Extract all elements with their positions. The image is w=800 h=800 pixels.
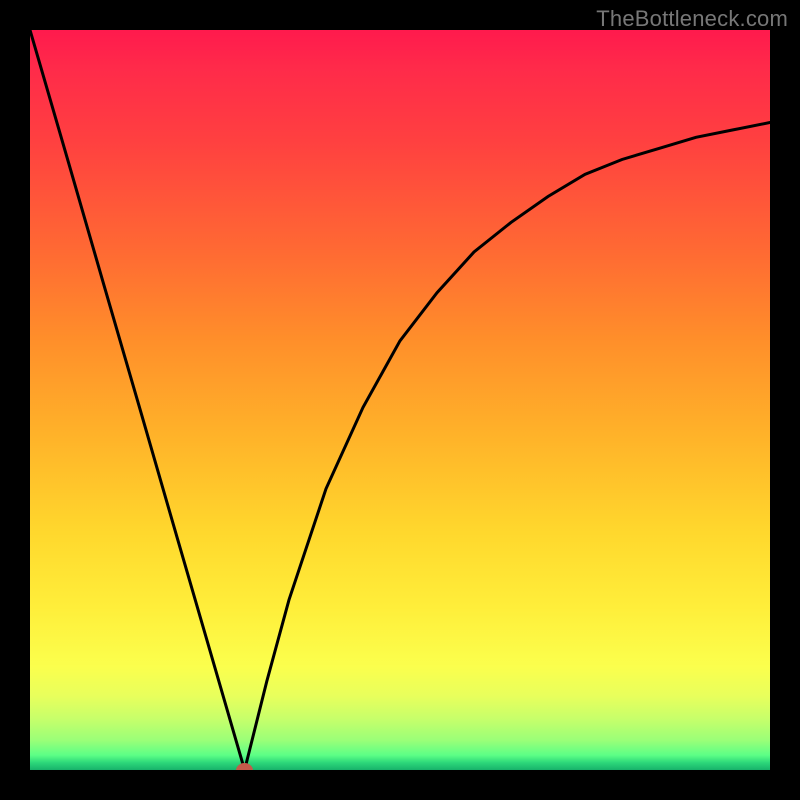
watermark-text: TheBottleneck.com (596, 6, 788, 32)
bottleneck-curve (30, 30, 770, 770)
curve-path (30, 30, 770, 770)
plot-area (30, 30, 770, 770)
